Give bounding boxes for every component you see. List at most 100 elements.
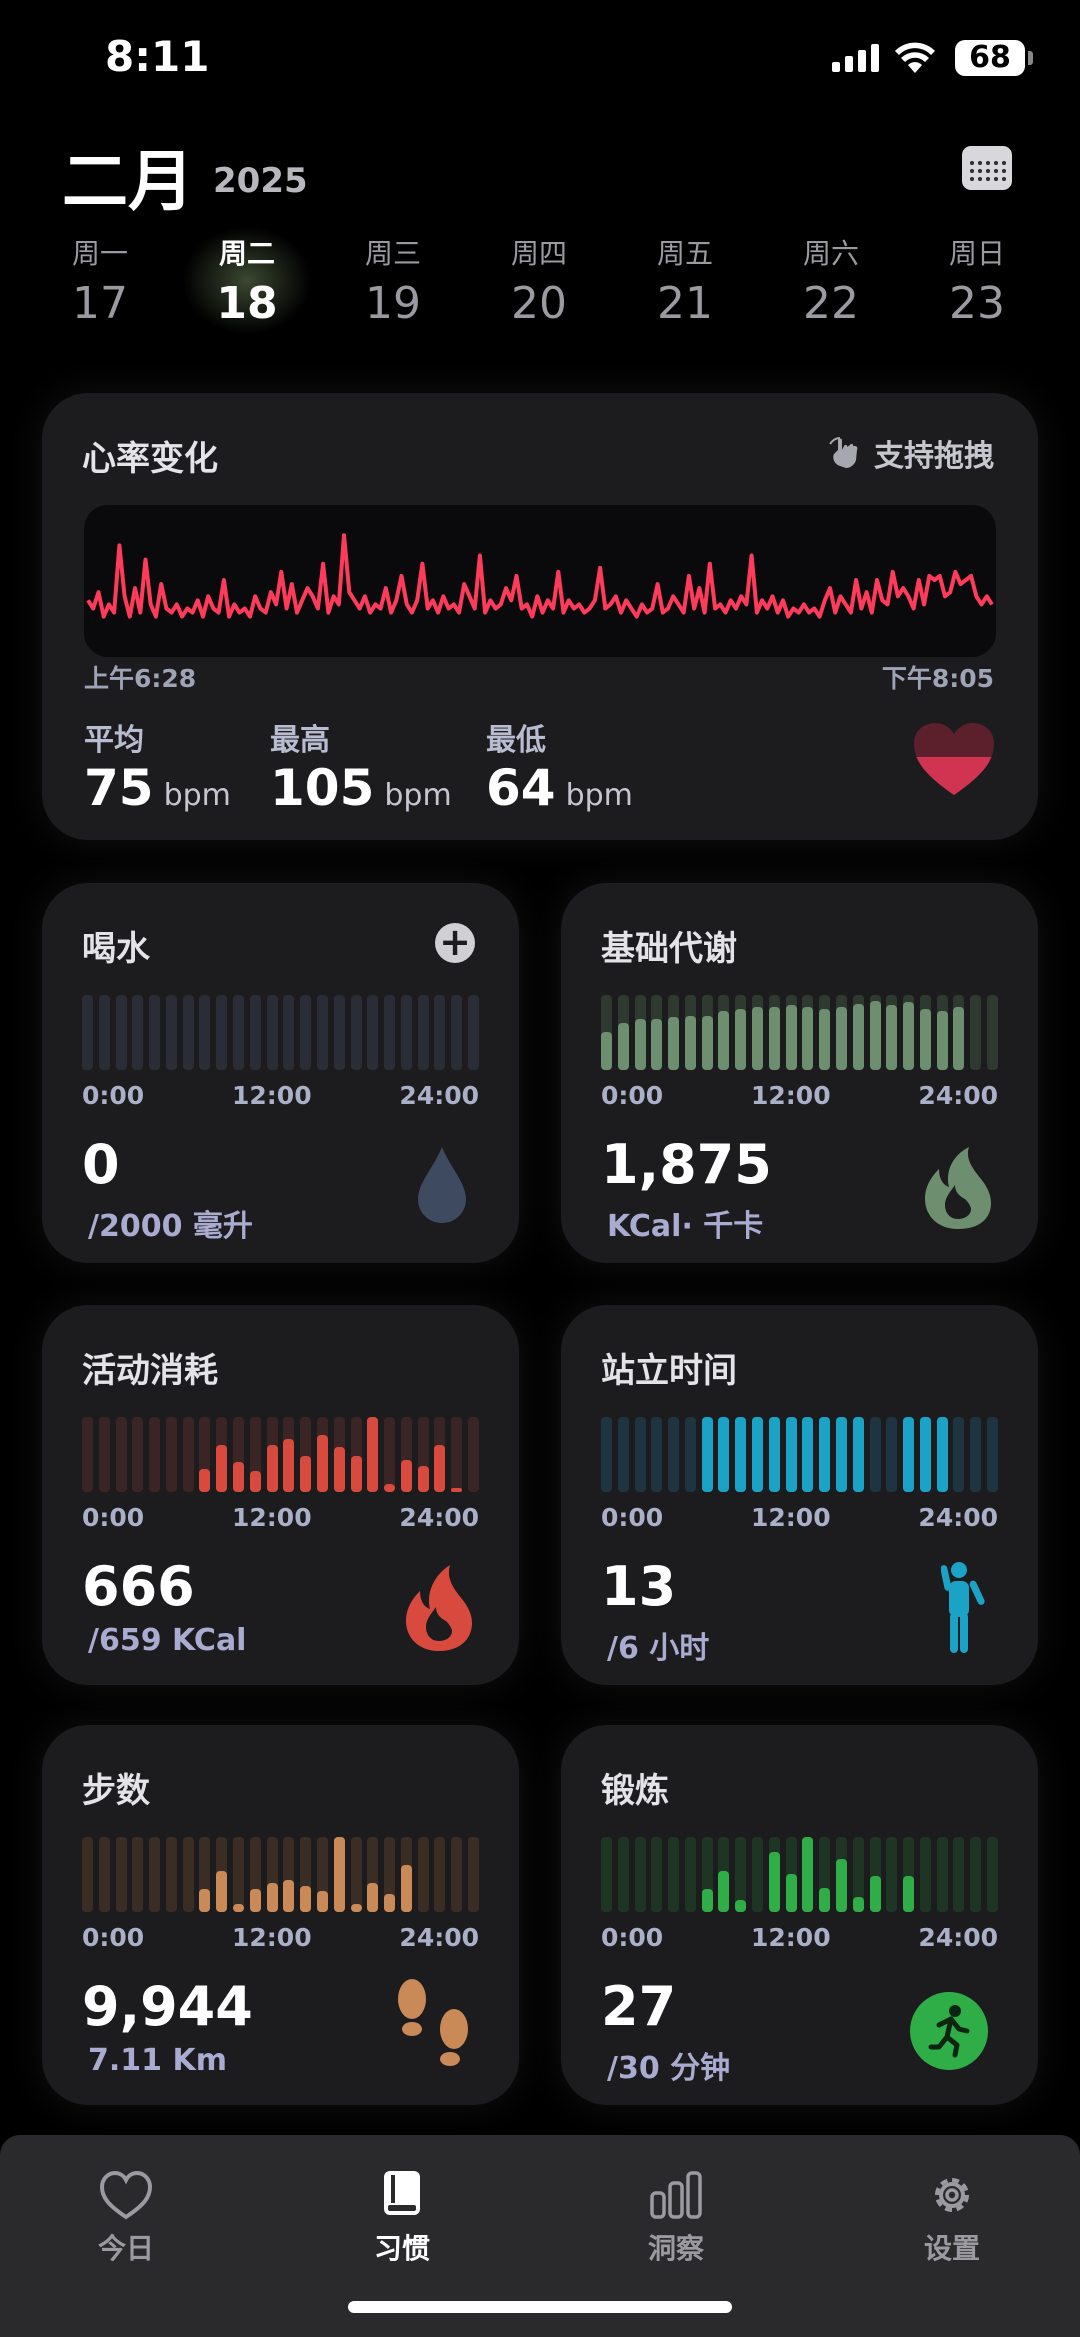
heart-rate-end-time: 下午8:05 — [881, 664, 994, 693]
tab-insights[interactable]: 洞察 — [606, 2169, 746, 2267]
hour-bar — [400, 1837, 412, 1912]
hour-bar — [249, 995, 261, 1070]
hour-bar — [869, 1417, 881, 1492]
hour-bar — [233, 1837, 245, 1912]
bmr-flame-icon — [925, 1147, 991, 1229]
drag-hint-label: 支持拖拽 — [874, 439, 994, 474]
stand-value: 13 — [601, 1555, 677, 1618]
hour-bar — [132, 1837, 144, 1912]
tick-label: 0:00 — [82, 1923, 145, 1952]
hour-bar — [233, 995, 245, 1070]
battery-icon: 68 — [955, 40, 1033, 76]
hour-bar — [132, 995, 144, 1070]
hour-bar — [165, 995, 177, 1070]
calendar-picker-button[interactable] — [962, 146, 1012, 190]
tick-label: 24:00 — [399, 1923, 479, 1952]
water-bar-chart — [82, 995, 479, 1070]
day-date: 19 — [365, 278, 421, 329]
steps-bar-chart — [82, 1837, 479, 1912]
day-4[interactable]: 周四 20 — [474, 232, 604, 329]
active-bar-chart — [82, 1417, 479, 1492]
hour-bar — [400, 1417, 412, 1492]
min-stat: 最低 64 bpm — [486, 715, 633, 817]
hour-bar — [970, 1417, 982, 1492]
hour-bar — [199, 995, 211, 1070]
hour-bar — [434, 1837, 446, 1912]
hour-bar — [149, 1837, 161, 1912]
hour-bar — [165, 1837, 177, 1912]
tab-settings[interactable]: 设置 — [882, 2169, 1022, 2267]
hour-bar — [467, 1837, 479, 1912]
day-7[interactable]: 周日 23 — [912, 232, 1042, 329]
hour-bar — [266, 1417, 278, 1492]
tab-today[interactable]: 今日 — [56, 2169, 196, 2267]
hour-bar — [668, 1417, 680, 1492]
hour-bar — [953, 1837, 965, 1912]
hour-bar — [634, 995, 646, 1070]
day-5[interactable]: 周五 21 — [620, 232, 750, 329]
hour-bar — [249, 1417, 261, 1492]
heart-rate-title: 心率变化 — [82, 439, 218, 479]
hour-bar — [417, 1417, 429, 1492]
steps-card[interactable]: 步数 0:00 12:00 24:00 9,944 7.11 Km — [42, 1725, 519, 2105]
hour-bar — [718, 995, 730, 1070]
hour-bar — [601, 1837, 612, 1912]
avg-stat: 平均 75 bpm — [84, 715, 231, 817]
heart-rate-plot[interactable] — [84, 505, 996, 657]
steps-value: 9,944 — [82, 1975, 253, 2038]
hour-bar — [735, 995, 747, 1070]
hour-bar — [634, 1837, 646, 1912]
bars-icon — [650, 2171, 702, 2219]
hour-bar — [216, 995, 228, 1070]
hour-bar — [970, 995, 982, 1070]
water-card[interactable]: 喝水 + 0:00 12:00 24:00 0 /2000 毫升 — [42, 883, 519, 1263]
hour-bar — [350, 1417, 362, 1492]
add-water-button[interactable]: + — [435, 923, 475, 963]
hour-bar — [970, 1837, 982, 1912]
hour-bar — [149, 995, 161, 1070]
day-name: 周三 — [364, 237, 421, 270]
hour-bar — [886, 995, 898, 1070]
hour-bar — [835, 1837, 847, 1912]
max-value: 105 — [270, 759, 375, 817]
day-date: 20 — [511, 278, 567, 329]
day-date: 17 — [72, 278, 128, 329]
stand-time-card[interactable]: 站立时间 0:00 12:00 24:00 13 /6 小时 — [561, 1305, 1038, 1685]
hour-bar — [752, 995, 764, 1070]
day-name: 周一 — [71, 237, 128, 270]
home-indicator[interactable] — [348, 2301, 732, 2313]
workout-title: 锻炼 — [601, 1771, 669, 1811]
month-title: 二月 — [62, 143, 194, 220]
cellular-signal-icon — [832, 44, 879, 72]
hour-bar — [785, 995, 797, 1070]
tick-label: 0:00 — [82, 1503, 145, 1532]
steps-time-axis: 0:00 12:00 24:00 — [82, 1923, 479, 1952]
hour-bar — [835, 995, 847, 1070]
day-name: 周日 — [948, 237, 1005, 270]
hour-bar — [417, 995, 429, 1070]
tick-label: 24:00 — [918, 1923, 998, 1952]
tick-label: 12:00 — [232, 1923, 312, 1952]
hour-bar — [684, 1417, 696, 1492]
workout-goal: /30 分钟 — [607, 2051, 731, 2086]
book-icon — [384, 2171, 420, 2215]
tab-habits[interactable]: 习惯 — [332, 2169, 472, 2267]
day-6[interactable]: 周六 22 — [766, 232, 896, 329]
hour-bar — [216, 1417, 228, 1492]
heart-rate-card[interactable]: 心率变化 支持拖拽 上午6:28 下午8:05 平均 75 bpm 最高 105 b… — [42, 393, 1038, 840]
workout-time-axis: 0:00 12:00 24:00 — [601, 1923, 998, 1952]
hour-bar — [300, 1417, 312, 1492]
hour-bar — [199, 1417, 211, 1492]
bmr-card[interactable]: 基础代谢 0:00 12:00 24:00 1,875 KCal· 千卡 — [561, 883, 1038, 1263]
min-value: 64 — [486, 759, 556, 817]
hour-bar — [903, 1837, 915, 1912]
hour-bar — [802, 995, 814, 1070]
workout-card[interactable]: 锻炼 0:00 12:00 24:00 27 /30 分钟 — [561, 1725, 1038, 2105]
day-name: 周五 — [656, 237, 713, 270]
hour-bar — [400, 995, 412, 1070]
day-2[interactable]: 周二 18 — [182, 226, 312, 335]
day-3[interactable]: 周三 19 — [328, 232, 458, 329]
active-energy-card[interactable]: 活动消耗 0:00 12:00 24:00 666 /659 KCal — [42, 1305, 519, 1685]
day-1[interactable]: 周一 17 — [35, 232, 165, 329]
tick-label: 24:00 — [918, 1081, 998, 1110]
